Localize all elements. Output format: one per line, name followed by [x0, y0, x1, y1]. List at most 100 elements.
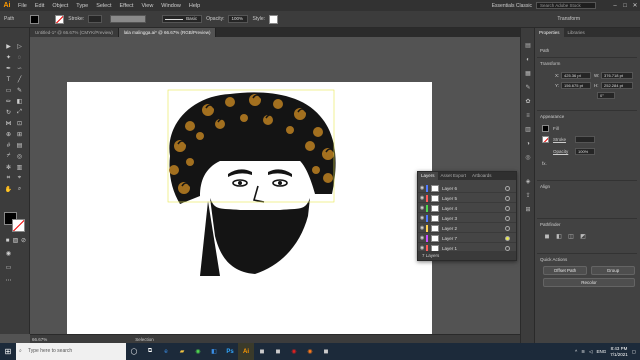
artboard-tool-icon[interactable]: ⌗: [4, 174, 13, 183]
magic-wand-icon[interactable]: ✦: [4, 53, 13, 62]
opacity-field[interactable]: 100%: [228, 15, 249, 23]
none-mode-icon[interactable]: ⊘: [19, 236, 28, 245]
multitask-icon[interactable]: ⧉: [142, 343, 158, 360]
scale-tool-icon[interactable]: ⤢: [15, 108, 24, 117]
task-view-icon[interactable]: ◯: [126, 343, 142, 360]
minus-front-icon[interactable]: ◧: [555, 233, 563, 241]
blend-tool-icon[interactable]: ◎: [15, 152, 24, 161]
line-tool-icon[interactable]: ╱: [15, 75, 24, 84]
symbol-sprayer-icon[interactable]: ✻: [4, 163, 13, 172]
transparency-panel-icon[interactable]: ◑: [524, 140, 532, 148]
windows-start-icon[interactable]: ⊞: [0, 343, 16, 360]
fx-button[interactable]: fx.: [542, 161, 547, 166]
layers-panel-icon[interactable]: ◈: [524, 178, 532, 186]
app-red-icon[interactable]: ◉: [286, 343, 302, 360]
layer-name[interactable]: Layer 2: [442, 226, 505, 231]
portrait-illustration[interactable]: [160, 86, 350, 278]
opacity-field[interactable]: 100%: [575, 148, 595, 155]
swatches-panel-icon[interactable]: ▦: [524, 70, 532, 78]
tab-untitled[interactable]: Untitled-1* @ 66.67% (CMYK/Preview): [30, 28, 119, 37]
menu-help[interactable]: Help: [185, 3, 204, 9]
gradient-tool-icon[interactable]: ▤: [15, 141, 24, 150]
edit-toolbar-icon[interactable]: ⋯: [4, 276, 13, 285]
exclude-icon[interactable]: ◩: [579, 233, 587, 241]
volume-icon[interactable]: ◁: [589, 349, 592, 355]
app-icon[interactable]: ◼: [254, 343, 270, 360]
variable-width-field[interactable]: [110, 15, 147, 23]
target-circle-icon[interactable]: [505, 235, 510, 241]
firefox-icon[interactable]: ◉: [302, 343, 318, 360]
target-circle-icon[interactable]: [505, 195, 510, 201]
pencil-tool-icon[interactable]: ✏: [4, 97, 13, 106]
stroke-weight-field[interactable]: [88, 15, 103, 23]
x-field[interactable]: 425.36 pt: [561, 72, 591, 79]
stock-search-input[interactable]: Search Adobe Stock: [536, 2, 596, 9]
menu-view[interactable]: View: [137, 3, 157, 9]
target-circle-icon[interactable]: [505, 225, 510, 231]
export-panel-icon[interactable]: ⇪: [524, 192, 532, 200]
stroke-panel-icon[interactable]: ≡: [524, 112, 532, 120]
free-transform-icon[interactable]: ⊡: [15, 119, 24, 128]
minimize-icon[interactable]: –: [610, 3, 620, 9]
selection-tool-icon[interactable]: ▶: [4, 42, 13, 51]
menu-type[interactable]: Type: [72, 3, 92, 9]
visibility-eye-icon[interactable]: ◉: [418, 185, 426, 191]
tab-libraries[interactable]: Libraries: [564, 28, 589, 37]
fill-swatch[interactable]: [30, 14, 40, 24]
perspective-grid-icon[interactable]: ⊞: [15, 130, 24, 139]
photoshop-icon[interactable]: Ps: [222, 343, 238, 360]
pen-tool-icon[interactable]: ✒: [4, 64, 13, 73]
shape-builder-icon[interactable]: ⊕: [4, 130, 13, 139]
style-swatch[interactable]: [269, 14, 278, 24]
eyedropper-icon[interactable]: ⌿: [4, 152, 13, 161]
w-field[interactable]: 376.718 pt: [601, 72, 633, 79]
layer-name[interactable]: Layer 6: [442, 186, 505, 191]
rectangle-tool-icon[interactable]: ▭: [4, 86, 13, 95]
layer-name[interactable]: Layer 1: [442, 246, 505, 251]
tab-asset-export[interactable]: Asset Export: [438, 172, 470, 180]
brushes-panel-icon[interactable]: ✎: [524, 84, 532, 92]
chrome-icon[interactable]: ◉: [190, 343, 206, 360]
rotate-tool-icon[interactable]: ↻: [4, 108, 13, 117]
layer-name[interactable]: Layer 5: [442, 196, 505, 201]
direct-selection-tool-icon[interactable]: ▷: [15, 42, 24, 51]
close-icon[interactable]: ✕: [630, 2, 640, 9]
gradient-panel-icon[interactable]: ▥: [524, 126, 532, 134]
intersect-icon[interactable]: ◫: [567, 233, 575, 241]
stroke-swatch[interactable]: [542, 136, 549, 143]
artboards-panel-icon[interactable]: ⊞: [524, 206, 532, 214]
y-field[interactable]: 156.675 pt: [561, 82, 591, 89]
group-button[interactable]: Group: [591, 266, 635, 275]
curvature-tool-icon[interactable]: ∽: [15, 64, 24, 73]
fill-swatch[interactable]: [542, 125, 549, 132]
illustrator-taskbar-icon[interactable]: Ai: [238, 343, 254, 360]
opacity-label[interactable]: Opacity: [553, 149, 568, 154]
taskbar-search-input[interactable]: ⌕ Type here to search: [16, 343, 126, 360]
menu-edit[interactable]: Edit: [31, 3, 48, 9]
zoom-level[interactable]: 66.67%: [32, 337, 47, 342]
layer-row[interactable]: ◉ Layer 2: [418, 224, 516, 233]
stroke-swatch[interactable]: [55, 14, 65, 24]
layer-name[interactable]: Layer 3: [442, 216, 505, 221]
tab-lala-malingga[interactable]: lala malingga.ai* @ 66.67% (RGB/Preview): [118, 28, 217, 37]
stroke-label[interactable]: Stroke: [553, 137, 566, 142]
target-circle-icon[interactable]: [505, 185, 510, 191]
layer-row[interactable]: ◉ Layer 6: [418, 184, 516, 193]
paintbrush-icon[interactable]: ✎: [15, 86, 24, 95]
screen-mode-icon[interactable]: ▭: [4, 263, 13, 272]
stroke-color-box[interactable]: [12, 219, 25, 232]
h-field[interactable]: 252.284 pt: [601, 82, 633, 89]
layer-name[interactable]: Layer 7: [442, 236, 505, 241]
offset-path-button[interactable]: Offset Path: [543, 266, 587, 275]
wifi-icon[interactable]: ≋: [581, 349, 585, 355]
menu-object[interactable]: Object: [48, 3, 72, 9]
layer-row[interactable]: ◉ Layer 4: [418, 204, 516, 213]
zoom-tool-icon[interactable]: ⌕: [15, 185, 24, 194]
visibility-eye-icon[interactable]: ◉: [418, 195, 426, 201]
menu-window[interactable]: Window: [157, 3, 185, 9]
edge-icon[interactable]: e: [158, 343, 174, 360]
target-circle-icon[interactable]: [505, 215, 510, 221]
width-tool-icon[interactable]: ⋈: [4, 119, 13, 128]
slice-tool-icon[interactable]: ⌖: [15, 174, 24, 183]
recolor-button[interactable]: Recolor: [543, 278, 635, 287]
